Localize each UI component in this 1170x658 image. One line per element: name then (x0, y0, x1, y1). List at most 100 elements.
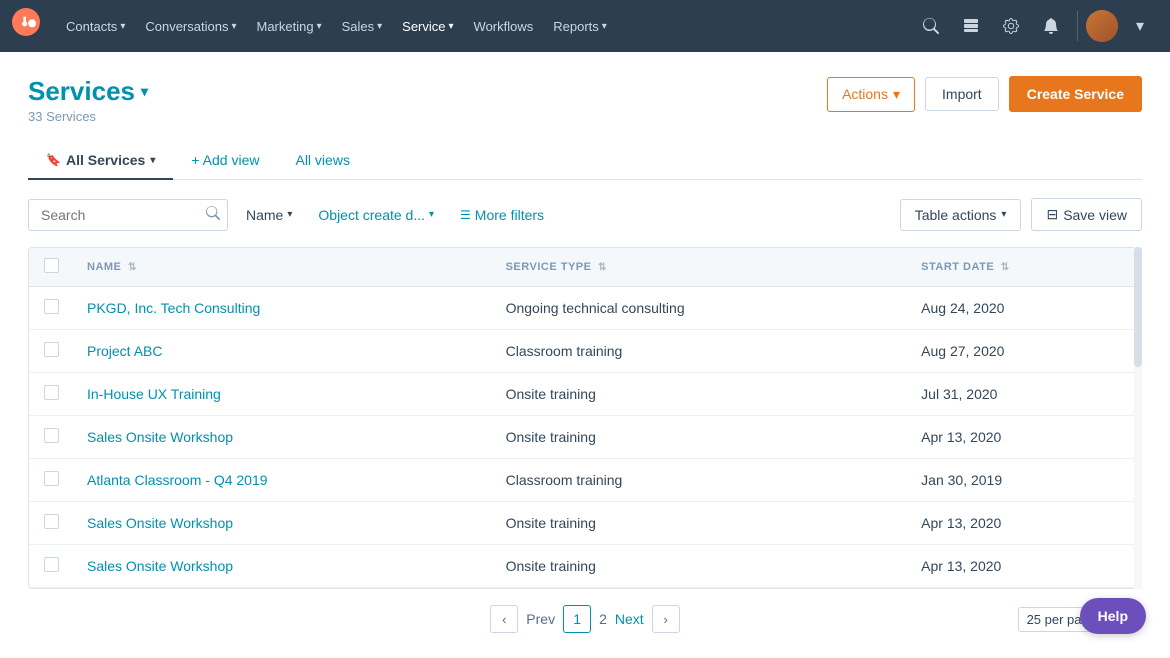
select-all-checkbox[interactable] (44, 258, 59, 273)
start-date-column-header[interactable]: START DATE ⇅ (907, 248, 1141, 287)
table-actions-button[interactable]: Table actions ▾ (900, 199, 1022, 231)
import-button[interactable]: Import (925, 77, 999, 111)
object-filter-caret: ▾ (429, 209, 434, 220)
tab-all-services[interactable]: 🔖 All Services ▾ (28, 142, 173, 180)
table-row: Sales Onsite Workshop Onsite training Ap… (29, 502, 1141, 545)
page-title: Services ▾ (28, 76, 148, 107)
page-title-area: Services ▾ 33 Services (28, 76, 148, 124)
row-checkbox-4[interactable] (44, 471, 59, 486)
search-nav-icon[interactable] (913, 8, 949, 44)
service-link-6[interactable]: Sales Onsite Workshop (87, 558, 233, 574)
row-service-type-2: Onsite training (492, 373, 908, 416)
service-type-column-header[interactable]: SERVICE TYPE ⇅ (492, 248, 908, 287)
row-checkbox-cell-0 (29, 287, 73, 330)
prev-page-arrow[interactable]: ‹ (490, 605, 518, 633)
service-link-3[interactable]: Sales Onsite Workshop (87, 429, 233, 445)
account-caret-icon[interactable]: ▾ (1122, 8, 1158, 44)
nav-workflows[interactable]: Workflows (464, 0, 544, 52)
row-service-type-6: Onsite training (492, 545, 908, 588)
scrollbar-track[interactable] (1134, 247, 1142, 589)
row-name-2: In-House UX Training (73, 373, 492, 416)
table-row: Sales Onsite Workshop Onsite training Ap… (29, 545, 1141, 588)
row-name-0: PKGD, Inc. Tech Consulting (73, 287, 492, 330)
save-icon: ⊟ (1046, 206, 1058, 223)
row-checkbox-5[interactable] (44, 514, 59, 529)
scrollbar-thumb[interactable] (1134, 247, 1142, 367)
tab-all-views[interactable]: All views (277, 142, 367, 180)
row-checkbox-cell-6 (29, 545, 73, 588)
row-service-type-5: Onsite training (492, 502, 908, 545)
page-content: Services ▾ 33 Services Actions ▾ Import … (0, 52, 1170, 658)
search-input[interactable] (28, 199, 228, 231)
page-header: Services ▾ 33 Services Actions ▾ Import … (28, 76, 1142, 124)
actions-button[interactable]: Actions ▾ (827, 77, 915, 112)
row-name-3: Sales Onsite Workshop (73, 416, 492, 459)
tabs-bar: 🔖 All Services ▾ + Add view All views (28, 142, 1142, 180)
bookmark-icon: 🔖 (46, 153, 61, 167)
row-name-1: Project ABC (73, 330, 492, 373)
row-start-date-3: Apr 13, 2020 (907, 416, 1141, 459)
filter-bar: Name ▾ Object create d... ▾ ☰ More filte… (28, 198, 1142, 231)
pagination: ‹ Prev 1 2 Next › (490, 589, 679, 649)
nav-reports[interactable]: Reports ▾ (543, 0, 617, 52)
prev-label[interactable]: Prev (526, 611, 555, 627)
page-subtitle: 33 Services (28, 109, 148, 124)
service-link-5[interactable]: Sales Onsite Workshop (87, 515, 233, 531)
name-sort-icon: ⇅ (128, 262, 137, 273)
row-checkbox-cell-1 (29, 330, 73, 373)
page-2[interactable]: 2 (599, 611, 607, 627)
title-dropdown-icon[interactable]: ▾ (141, 83, 148, 100)
row-start-date-4: Jan 30, 2019 (907, 459, 1141, 502)
row-name-4: Atlanta Classroom - Q4 2019 (73, 459, 492, 502)
name-column-header[interactable]: NAME ⇅ (73, 248, 492, 287)
row-checkbox-3[interactable] (44, 428, 59, 443)
filter-lines-icon: ☰ (460, 208, 471, 222)
next-label[interactable]: Next (615, 611, 644, 627)
row-checkbox-cell-5 (29, 502, 73, 545)
service-link-2[interactable]: In-House UX Training (87, 386, 221, 402)
search-icon[interactable] (206, 206, 220, 224)
pagination-wrapper: ‹ Prev 1 2 Next › 25 per page ▾ (28, 589, 1142, 649)
services-table: NAME ⇅ SERVICE TYPE ⇅ START DATE ⇅ (28, 247, 1142, 589)
more-filters-button[interactable]: ☰ More filters (452, 200, 552, 230)
nav-service[interactable]: Service ▾ (392, 0, 463, 52)
user-avatar[interactable] (1086, 10, 1118, 42)
table-row: In-House UX Training Onsite training Jul… (29, 373, 1141, 416)
reports-caret: ▾ (602, 21, 607, 32)
tab-add-view[interactable]: + Add view (173, 142, 277, 180)
object-filter-button[interactable]: Object create d... ▾ (310, 200, 442, 230)
hubspot-logo[interactable] (12, 8, 48, 44)
nav-conversations[interactable]: Conversations ▾ (135, 0, 246, 52)
table-container: NAME ⇅ SERVICE TYPE ⇅ START DATE ⇅ (28, 247, 1142, 589)
next-page-arrow[interactable]: › (652, 605, 680, 633)
service-link-4[interactable]: Atlanta Classroom - Q4 2019 (87, 472, 268, 488)
row-checkbox-1[interactable] (44, 342, 59, 357)
table-row: Atlanta Classroom - Q4 2019 Classroom tr… (29, 459, 1141, 502)
help-button[interactable]: Help (1080, 598, 1146, 634)
row-start-date-2: Jul 31, 2020 (907, 373, 1141, 416)
sales-caret: ▾ (377, 21, 382, 32)
nav-sales[interactable]: Sales ▾ (332, 0, 393, 52)
create-service-button[interactable]: Create Service (1009, 76, 1142, 112)
settings-icon[interactable] (993, 8, 1029, 44)
notifications-icon[interactable] (1033, 8, 1069, 44)
page-1-button[interactable]: 1 (563, 605, 591, 633)
name-filter-button[interactable]: Name ▾ (238, 200, 300, 230)
row-checkbox-6[interactable] (44, 557, 59, 572)
nav-marketing[interactable]: Marketing ▾ (246, 0, 331, 52)
actions-caret-icon: ▾ (893, 86, 900, 103)
service-link-1[interactable]: Project ABC (87, 343, 162, 359)
service-caret: ▾ (449, 21, 454, 32)
save-view-button[interactable]: ⊟ Save view (1031, 198, 1142, 231)
avatar-image (1086, 10, 1118, 42)
row-start-date-0: Aug 24, 2020 (907, 287, 1141, 330)
row-service-type-3: Onsite training (492, 416, 908, 459)
row-checkbox-2[interactable] (44, 385, 59, 400)
nav-contacts[interactable]: Contacts ▾ (56, 0, 135, 52)
top-navigation: Contacts ▾ Conversations ▾ Marketing ▾ S… (0, 0, 1170, 52)
table-row: Project ABC Classroom training Aug 27, 2… (29, 330, 1141, 373)
row-name-6: Sales Onsite Workshop (73, 545, 492, 588)
service-link-0[interactable]: PKGD, Inc. Tech Consulting (87, 300, 260, 316)
row-checkbox-0[interactable] (44, 299, 59, 314)
marketplace-icon[interactable] (953, 8, 989, 44)
